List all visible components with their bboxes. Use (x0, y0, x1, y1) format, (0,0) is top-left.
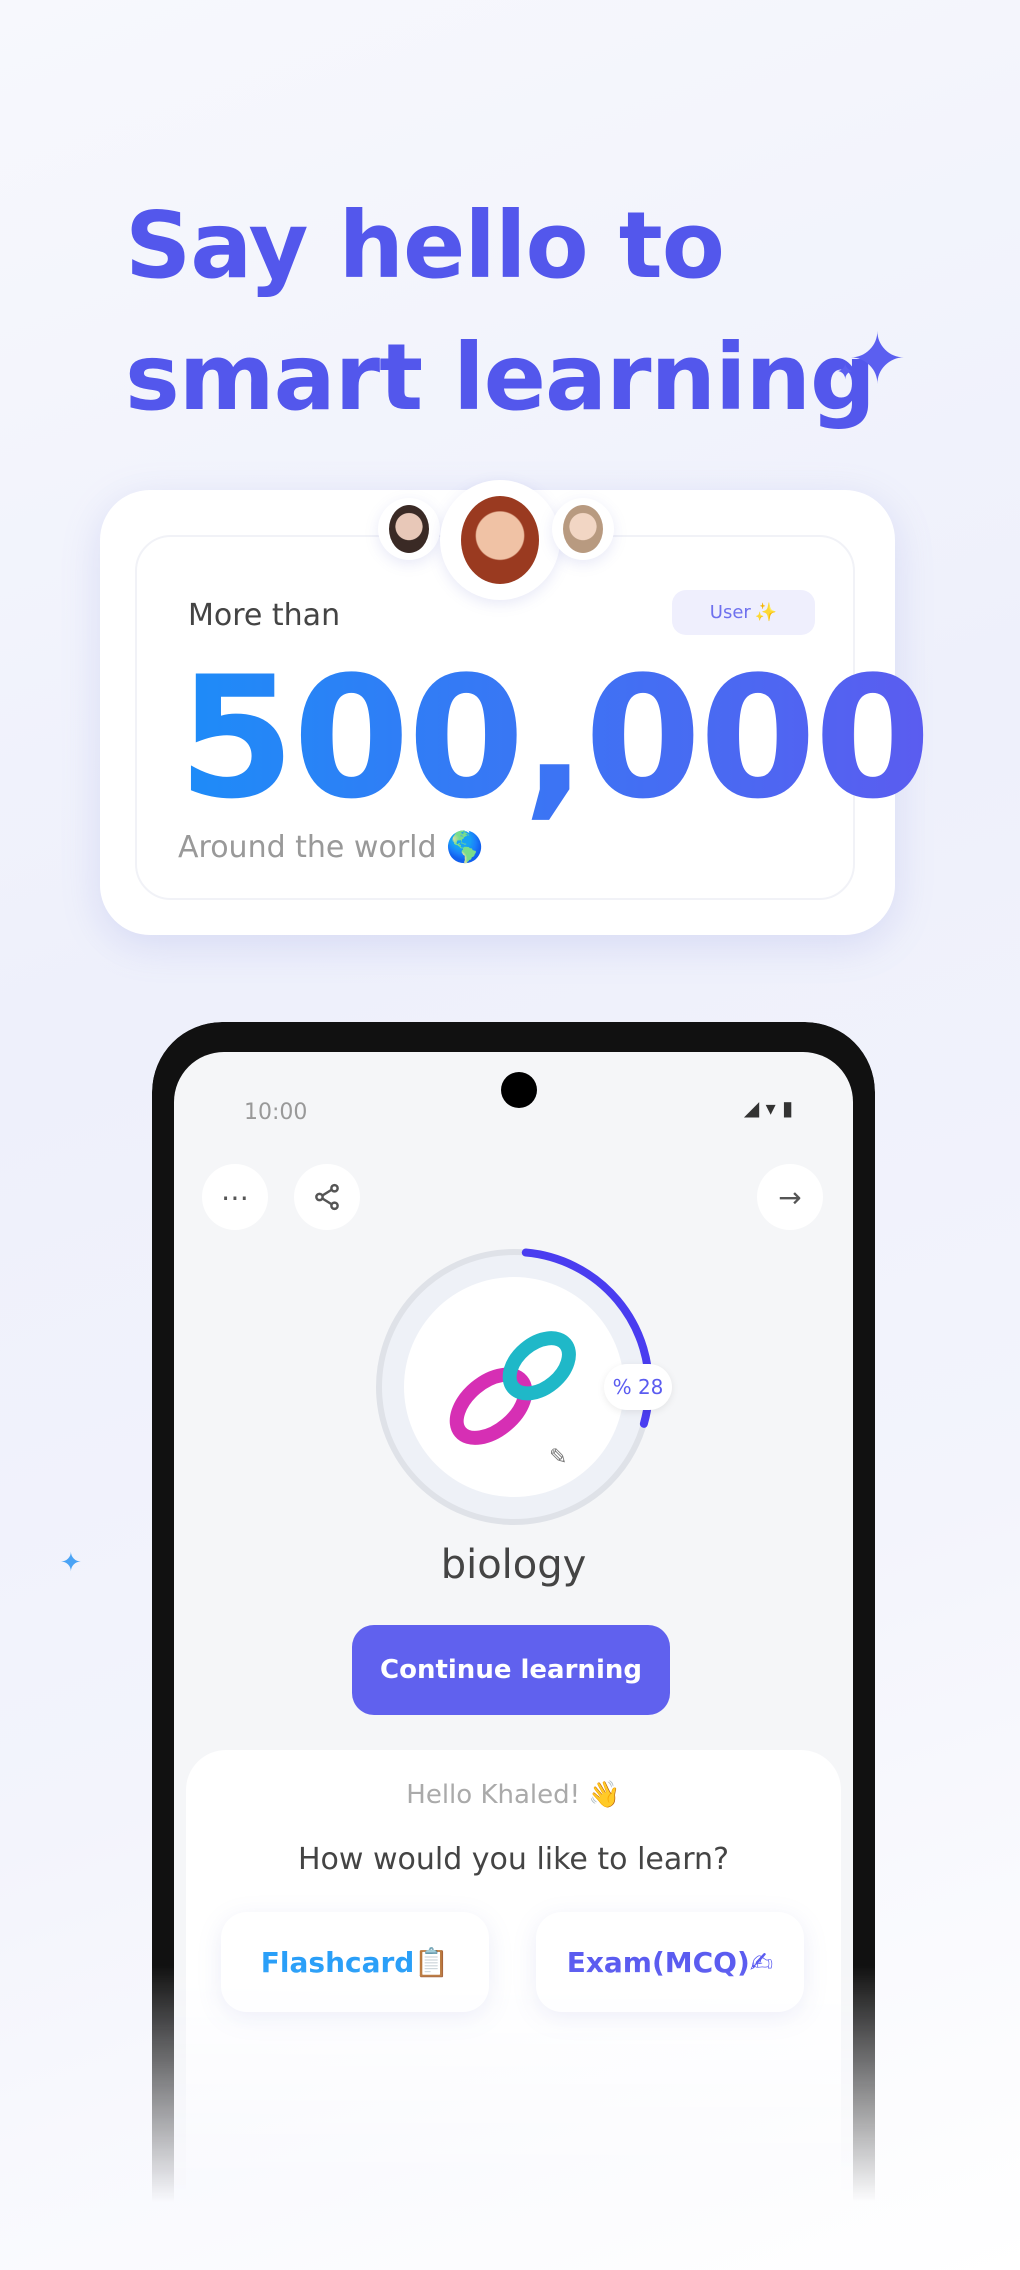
sparkle-icon: ✨ (754, 602, 778, 623)
avatar (378, 498, 440, 560)
sparkle-icon: ✦ (848, 318, 907, 400)
arrow-right-icon: → (778, 1180, 802, 1214)
learn-question: How would you like to learn? (297, 1842, 729, 1877)
camera (501, 1072, 537, 1108)
avatar (552, 498, 614, 560)
headline: Say hello to smart learning (125, 192, 876, 431)
clipboard-icon: 📋 (414, 1945, 450, 1979)
stats-prefix: More than (188, 598, 341, 633)
exam-mcq-button[interactable]: Exam(MCQ) ✍ (536, 1912, 804, 2012)
sparkle-small-icon: ✦ (836, 360, 855, 385)
progress-label: % 28 (604, 1364, 672, 1410)
more-icon: ⋯ (221, 1180, 249, 1214)
sparkle-icon: ✦ (60, 1548, 82, 1578)
stats-suffix: Around the world 🌎 (178, 830, 484, 865)
globe-icon: 🌎 (446, 830, 484, 865)
writing-hand-icon: ✍ (749, 1945, 774, 1979)
share-icon (315, 1183, 339, 1211)
greeting: Hello Khaled! 👋 (406, 1780, 621, 1810)
user-count: 500,000 (178, 640, 931, 836)
continue-learning-button[interactable]: Continue learning (352, 1625, 670, 1715)
flashcard-button[interactable]: Flashcard 📋 (221, 1912, 489, 2012)
user-badge: User ✨ (672, 590, 815, 635)
next-button[interactable]: → (757, 1164, 823, 1230)
share-button[interactable] (294, 1164, 360, 1230)
status-time: 10:00 (244, 1100, 308, 1125)
status-icons: ◢ ▾ ▮ (743, 1096, 793, 1120)
more-button[interactable]: ⋯ (202, 1164, 268, 1230)
learn-options-card: Hello Khaled! 👋 How would you like to le… (186, 1750, 841, 2250)
phone-screen: 10:00 ◢ ▾ ▮ ⋯ → ✎ % 28 biology Continue … (174, 1052, 853, 2252)
phone-mockup: 10:00 ◢ ▾ ▮ ⋯ → ✎ % 28 biology Continue … (152, 1022, 875, 2252)
avatar (440, 480, 560, 600)
subject-name: biology (440, 1542, 587, 1588)
edit-icon: ✎ (549, 1445, 567, 1470)
